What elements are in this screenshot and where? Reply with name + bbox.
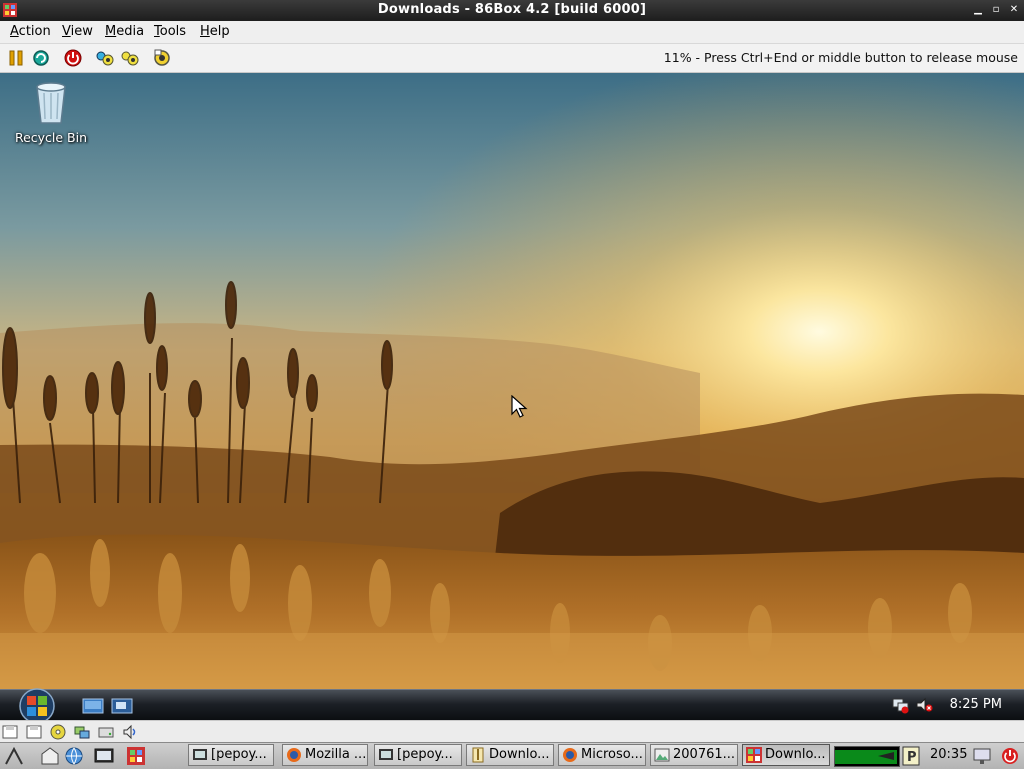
menu-media[interactable]: Media <box>105 24 144 39</box>
floppy-drive-icon[interactable] <box>26 724 42 740</box>
maximize-icon[interactable]: ▫ <box>990 3 1002 17</box>
terminal-icon <box>193 749 207 760</box>
menu-view[interactable]: View <box>62 24 93 39</box>
archive-icon <box>472 747 484 763</box>
status-message: 11% - Press Ctrl+End or middle button to… <box>663 50 1018 65</box>
settings-icon[interactable] <box>152 48 172 68</box>
pause-icon[interactable] <box>6 48 26 68</box>
86box-icon[interactable] <box>126 746 146 766</box>
ctrl-alt-esc-icon[interactable] <box>120 48 140 68</box>
network-disconnected-icon[interactable] <box>892 696 910 714</box>
keyboard-layout-icon[interactable] <box>876 746 896 766</box>
ctrl-alt-del-icon[interactable] <box>95 48 115 68</box>
desktop-icon-recycle-bin[interactable]: Recycle Bin <box>10 77 92 145</box>
menu-icon[interactable] <box>4 746 24 766</box>
task-label: Downlo... <box>489 747 550 762</box>
guest-taskbar: 8:25 PM <box>0 688 1024 724</box>
window-title: Downloads - 86Box 4.2 [build 6000] <box>377 2 647 17</box>
sound-icon[interactable] <box>122 724 138 740</box>
86box-icon <box>746 747 762 763</box>
task-label: 200761... <box>673 747 736 762</box>
host-clock[interactable]: 20:35 <box>930 747 967 762</box>
firefox-icon <box>563 748 577 762</box>
host-panel: [pepoy... Mozilla ... [pepoy... Downlo..… <box>0 742 1024 769</box>
task-label: [pepoy... <box>397 747 453 762</box>
close-icon[interactable]: ✕ <box>1008 3 1020 17</box>
home-folder-icon[interactable] <box>40 746 60 766</box>
switch-windows-icon[interactable] <box>111 698 133 714</box>
recycle-bin-icon <box>36 82 66 124</box>
taskbar-item[interactable]: 200761... <box>650 744 738 766</box>
reset-icon[interactable] <box>31 48 51 68</box>
display-icon[interactable] <box>972 746 992 766</box>
terminal-icon <box>379 749 393 760</box>
floppy-drive-icon[interactable] <box>2 724 18 740</box>
power-icon[interactable] <box>63 48 83 68</box>
wallpaper <box>0 73 1024 689</box>
task-label: Downlo... <box>765 747 826 762</box>
cdrom-icon[interactable] <box>50 724 66 740</box>
menu-bar: Action View Media Tools Help <box>0 21 1024 44</box>
volume-muted-icon[interactable] <box>915 696 933 714</box>
power-icon[interactable] <box>1000 746 1020 766</box>
browser-icon[interactable] <box>64 746 84 766</box>
minimize-icon[interactable]: ▁ <box>972 3 984 17</box>
toolbar: 11% - Press Ctrl+End or middle button to… <box>0 44 1024 73</box>
task-label: Microso... <box>581 747 643 762</box>
firefox-icon <box>287 748 301 762</box>
task-label: [pepoy... <box>211 747 267 762</box>
menu-tools[interactable]: Tools <box>154 24 186 39</box>
recycle-bin-label: Recycle Bin <box>14 130 88 145</box>
mouse-pointer-icon <box>511 395 528 418</box>
image-viewer-icon <box>654 748 670 762</box>
show-desktop-icon[interactable] <box>82 698 104 714</box>
parking-icon[interactable]: P <box>901 746 921 766</box>
window-titlebar[interactable]: Downloads - 86Box 4.2 [build 6000] ▁ ▫ ✕ <box>0 0 1024 21</box>
menu-help[interactable]: Help <box>200 24 230 39</box>
taskbar-item-active[interactable]: Downlo... <box>742 744 830 766</box>
hard-disk-icon[interactable] <box>98 724 114 740</box>
taskbar-item[interactable]: Microso... <box>558 744 646 766</box>
task-label: Mozilla ... <box>305 747 367 762</box>
terminal-icon[interactable] <box>94 746 114 766</box>
taskbar-item[interactable]: [pepoy... <box>188 744 274 766</box>
taskbar-item[interactable]: [pepoy... <box>374 744 462 766</box>
taskbar-item[interactable]: Mozilla ... <box>282 744 368 766</box>
guest-desktop[interactable]: Recycle Bin <box>0 73 1024 689</box>
taskbar-item[interactable]: Downlo... <box>466 744 554 766</box>
menu-action[interactable]: Action <box>10 24 51 39</box>
svg-text:P: P <box>907 750 917 765</box>
guest-clock[interactable]: 8:25 PM <box>950 697 1002 712</box>
network-icon[interactable] <box>74 724 90 740</box>
windows-start-orb[interactable] <box>12 684 62 724</box>
emulator-status-bar <box>0 720 1024 743</box>
